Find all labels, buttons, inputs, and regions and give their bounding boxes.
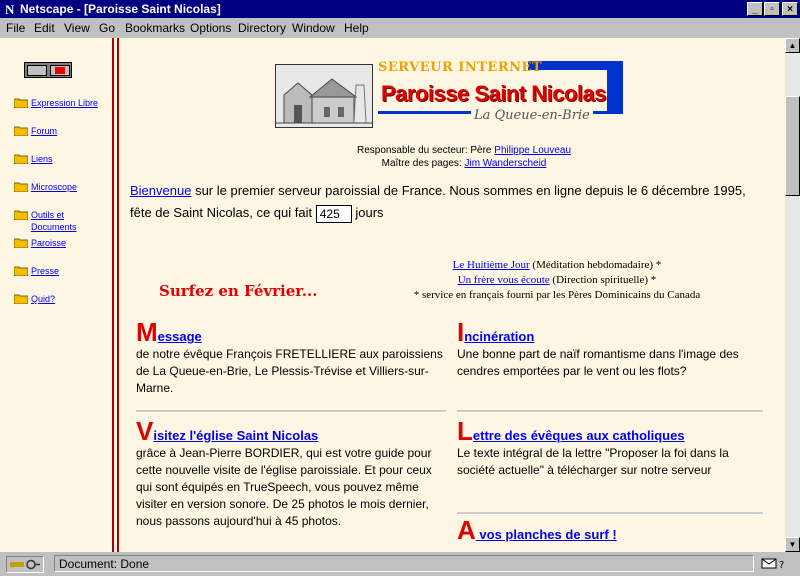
menu-go[interactable]: Go [99,21,115,35]
article-initial: A [457,515,476,545]
scroll-down-button[interactable]: ▼ [785,537,800,552]
minimize-button[interactable]: _ [747,2,763,16]
article-incineration: Incinération Une bonne part de naïf roma… [457,319,765,380]
security-key-icon [6,556,44,573]
nav-link-outils-documents[interactable]: Outils et Documents [31,209,101,233]
article-link[interactable]: ettre des évêques aux catholiques [473,428,685,443]
frame-back-button[interactable] [27,65,47,76]
article-link[interactable]: essage [158,329,202,344]
folder-icon [14,98,28,108]
menu-options[interactable]: Options [190,21,231,35]
menu-window[interactable]: Window [292,21,335,35]
vertical-scrollbar[interactable]: ▲ ▼ [785,38,800,552]
intro-paragraph: Bienvenue sur le premier serveur paroiss… [130,180,770,224]
article-text: Le texte intégral de la lettre "Proposer… [457,446,729,477]
nav-link-microscope[interactable]: Microscope [31,181,101,193]
divider [457,410,763,413]
scroll-up-button[interactable]: ▲ [785,38,800,53]
svg-text:N: N [5,2,15,17]
divider [136,410,446,413]
logo-subtitle: La Queue-en-Brie [471,108,593,123]
menu-edit[interactable]: Edit [34,21,55,35]
status-text: Document: Done [54,555,754,572]
pages-label: Maître des pages: [381,158,462,169]
surfez-heading: Surfez en Février... [159,282,318,300]
huitieme-jour-link[interactable]: Le Huitième Jour [453,259,530,271]
article-visitez: Visitez l'église Saint Nicolas grâce à J… [136,418,444,530]
menu-bar: File Edit View Go Bookmarks Options Dire… [0,18,800,38]
article-initial: V [136,416,154,446]
church-photo [275,64,373,128]
article-link[interactable]: ncinération [464,329,534,344]
article-message: Message de notre évêque François FRETELL… [136,319,444,397]
menu-bookmarks[interactable]: Bookmarks [125,21,185,35]
menu-directory[interactable]: Directory [238,21,286,35]
content-frame: Expression Libre Forum Liens Microscope … [0,38,785,552]
nav-link-presse[interactable]: Presse [31,265,101,277]
status-bar: Document: Done ? [0,552,800,576]
sector-label: Responsable du secteur: Père [356,145,492,156]
responsables-block: Responsable du secteur: Père Philippe Lo… [269,144,659,170]
window-title: Netscape - [Paroisse Saint Nicolas] [20,2,221,16]
nav-link-liens[interactable]: Liens [31,153,101,165]
article-lettre: Lettre des évêques aux catholiques Le te… [457,418,765,479]
days-counter: 425 [315,204,352,223]
article-text: de notre évêque François FRETELLIERE aux… [136,347,443,395]
frame-nav-buttons [24,62,72,78]
folder-icon [14,238,28,248]
article-initial: M [136,317,158,347]
netscape-logo-icon: N [2,1,18,17]
article-link[interactable]: vos planches de surf ! [476,527,616,542]
logo-title: Paroisse Saint Nicolas [381,81,607,106]
nav-link-forum[interactable]: Forum [31,125,101,137]
nav-link-expression-libre[interactable]: Expression Libre [31,97,101,109]
nav-link-quid[interactable]: Quid? [31,293,101,305]
folder-icon [14,182,28,192]
scroll-thumb[interactable] [785,96,800,196]
sector-name-link[interactable]: Philippe Louveau [494,145,571,156]
article-initial: L [457,416,473,446]
logo-server-label: SERVEUR INTERNET [378,60,543,75]
close-button[interactable]: × [782,2,798,16]
intro-days: jours [355,205,384,220]
menu-file[interactable]: File [6,21,25,35]
frere-ecoute-link[interactable]: Un frère vous écoute [458,274,550,286]
svg-text:?: ? [779,560,784,571]
menu-view[interactable]: View [64,21,90,35]
article-text: Une bonne part de naïf romantisme dans l… [457,347,739,378]
bienvenue-link[interactable]: Bienvenue [130,183,191,198]
huitieme-jour-desc: (Méditation hebdomadaire) * [532,259,662,271]
folder-icon [14,294,28,304]
nav-link-paroisse[interactable]: Paroisse [31,237,101,249]
maximize-button[interactable]: ▫ [764,2,780,16]
folder-icon [14,266,28,276]
services-note: * service en français fourni par les Pèr… [413,289,701,301]
logo-decor-bar-vertical [607,61,623,111]
folder-icon [14,154,28,164]
article-planches: A vos planches de surf ! [457,517,765,544]
pages-name-link[interactable]: Jim Wanderscheid [464,158,546,169]
main-frame: SERVEUR INTERNET Paroisse Saint Nicolas … [119,38,785,552]
divider [457,512,763,515]
window-titlebar[interactable]: N Netscape - [Paroisse Saint Nicolas] _ … [0,0,800,18]
intro-text: sur le premier serveur paroissial de Fra… [130,183,746,220]
special-services: Le Huitième Jour (Méditation hebdomadair… [377,258,737,303]
article-link[interactable]: isitez l'église Saint Nicolas [153,428,318,443]
mail-icon[interactable]: ? [760,556,792,571]
article-text: grâce à Jean-Pierre BORDIER, qui est vot… [136,446,432,528]
frame-stop-button[interactable] [50,65,70,76]
folder-icon [14,126,28,136]
folder-icon [14,210,28,220]
left-navigation-frame: Expression Libre Forum Liens Microscope … [0,38,112,552]
frere-ecoute-desc: (Direction spirituelle) * [552,274,657,286]
frame-separator[interactable] [112,38,119,552]
menu-help[interactable]: Help [344,21,369,35]
